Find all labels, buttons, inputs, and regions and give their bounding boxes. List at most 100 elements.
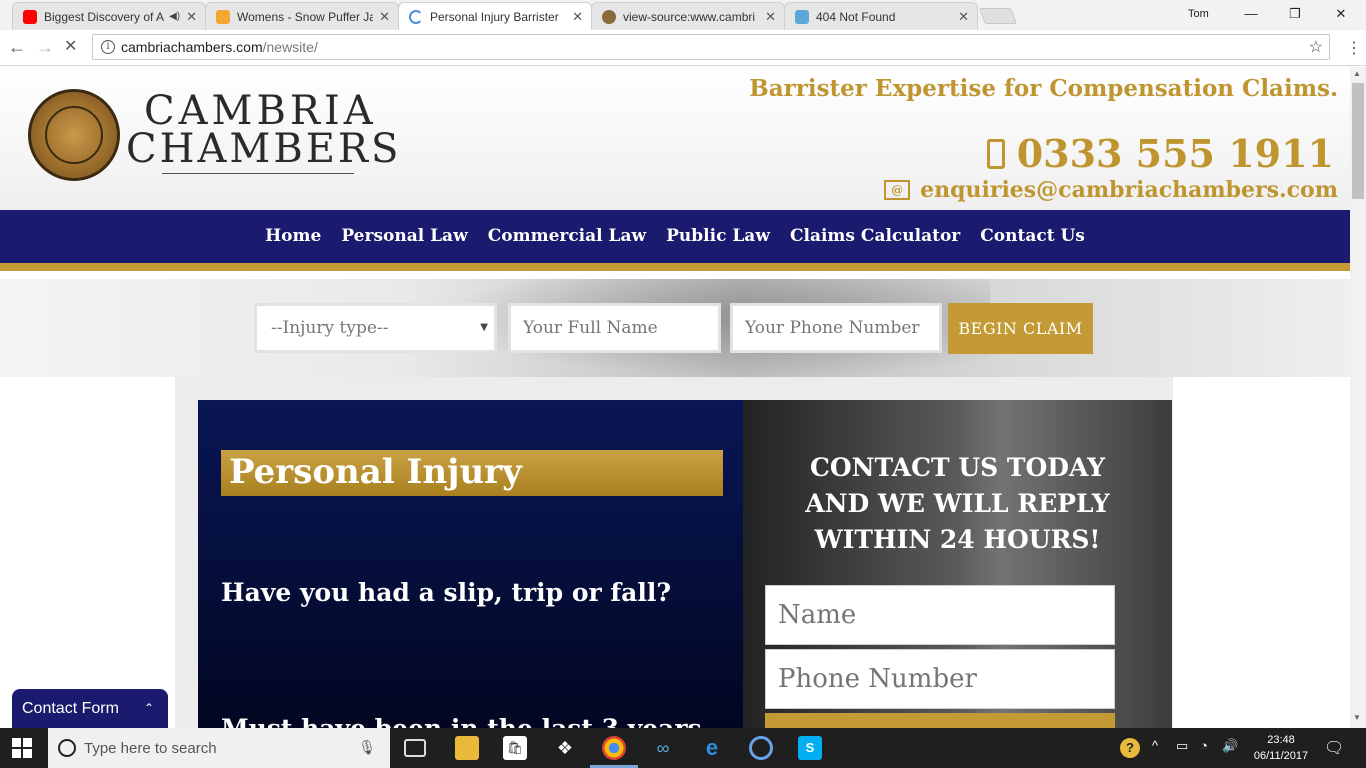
mobile-phone-icon	[986, 138, 1005, 169]
contact-heading-line: AND WE WILL REPLY	[805, 489, 1110, 518]
skype-icon[interactable]: S	[798, 736, 822, 760]
cambria-seal-logo[interactable]	[28, 89, 120, 181]
scrollbar-thumb[interactable]	[1352, 83, 1364, 199]
store-icon[interactable]: 🛍	[503, 736, 527, 760]
browser-tab-strip: Biggest Discovery of A ◀) ✕ Womens - Sno…	[0, 0, 1366, 30]
tab-youtube[interactable]: Biggest Discovery of A ◀) ✕	[12, 2, 206, 30]
nav-commercial-law[interactable]: Commercial Law	[488, 226, 646, 246]
tab-title: view-source:www.cambri	[623, 9, 756, 24]
address-bar[interactable]: i cambriachambers.com/newsite/ ☆	[92, 34, 1330, 60]
restore-icon[interactable]: ❐	[1280, 4, 1310, 24]
dropbox-icon[interactable]: ❖	[553, 736, 577, 760]
windows-taskbar: Type here to search 🎙 🛍 ❖ ∞ e S ? ^ ▭ ◔ …	[0, 728, 1366, 768]
nav-home[interactable]: Home	[265, 226, 321, 246]
close-tab-icon[interactable]: ✕	[572, 9, 583, 25]
battery-icon[interactable]: ▭	[1176, 738, 1188, 754]
tab-404[interactable]: 404 Not Found ✕	[784, 2, 978, 30]
site-header: CAMBRIA CHAMBERS Barrister Expertise for…	[0, 67, 1350, 210]
seal-favicon-icon	[602, 9, 616, 24]
edge-icon[interactable]: e	[700, 736, 724, 760]
main-navigation: Home Personal Law Commercial Law Public …	[0, 210, 1350, 271]
clock-date: 06/11/2017	[1253, 750, 1309, 762]
envelope-at-icon: @	[884, 180, 911, 200]
nav-public-law[interactable]: Public Law	[666, 226, 770, 246]
email-link[interactable]: @ enquiries@cambriachambers.com	[884, 177, 1338, 203]
search-placeholder: Type here to search	[84, 739, 217, 757]
personal-injury-panel: Personal Injury Have you had a slip, tri…	[198, 400, 743, 728]
contact-panel: CONTACT US TODAY AND WE WILL REPLY WITHI…	[743, 400, 1172, 728]
browser-toolbar: ← → ✕ i cambriachambers.com/newsite/ ☆ ⋮	[0, 30, 1366, 66]
dropdown-caret-icon: ▼	[480, 322, 488, 333]
taskbar-search[interactable]: Type here to search 🎙	[48, 728, 390, 768]
tab-personal-injury[interactable]: Personal Injury Barrister ✕	[398, 2, 592, 30]
nav-claims-calculator[interactable]: Claims Calculator	[790, 226, 960, 246]
chrome-icon[interactable]	[602, 736, 626, 760]
contact-heading-line: WITHIN 24 HOURS!	[814, 525, 1101, 554]
stop-loading-icon[interactable]: ✕	[64, 37, 77, 57]
page-scrollbar[interactable]: ▲ ▼	[1350, 67, 1366, 728]
youtube-icon	[23, 9, 37, 24]
slip-trip-question: Have you had a slip, trip or fall?	[221, 578, 671, 607]
contact-heading: CONTACT US TODAY AND WE WILL REPLY WITHI…	[743, 450, 1172, 558]
show-hidden-icons-chevron-icon[interactable]: ^	[1152, 738, 1158, 753]
contact-phone-input[interactable]	[765, 649, 1115, 709]
audio-icon[interactable]: ◀)	[169, 11, 180, 22]
contact-name-input[interactable]	[765, 585, 1115, 645]
chevron-up-icon[interactable]: ⌃	[144, 701, 154, 715]
menu-dots-icon[interactable]: ⋮	[1346, 38, 1362, 58]
scroll-up-icon[interactable]: ▲	[1353, 69, 1361, 78]
help-icon[interactable]: ?	[1120, 738, 1140, 758]
new-tab-button[interactable]	[979, 8, 1017, 24]
phone-number-link[interactable]: 0333 555 1911	[986, 131, 1334, 176]
tab-title: Womens - Snow Puffer Ja	[237, 9, 374, 24]
microphone-icon[interactable]: 🎙	[358, 739, 376, 756]
tab-title: Personal Injury Barrister	[430, 9, 559, 24]
close-window-icon[interactable]: ✕	[1326, 4, 1356, 24]
system-clock[interactable]: 23:48 06/11/2017	[1248, 732, 1314, 764]
chrome-canary-icon[interactable]	[749, 736, 773, 760]
tab-womens-puffer[interactable]: Womens - Snow Puffer Ja ✕	[205, 2, 399, 30]
close-tab-icon[interactable]: ✕	[186, 9, 197, 25]
time-limit-text: Must have been in the last 3 years	[221, 714, 702, 728]
action-center-icon[interactable]: 🗨	[1324, 738, 1344, 758]
personal-injury-banner: Personal Injury	[221, 450, 723, 496]
task-view-icon[interactable]	[404, 739, 426, 757]
injury-type-value: --Injury type--	[271, 318, 389, 338]
close-tab-icon[interactable]: ✕	[765, 9, 776, 25]
shop-icon	[216, 9, 230, 24]
nav-contact-us[interactable]: Contact Us	[980, 226, 1085, 246]
clock-time: 23:48	[1267, 734, 1295, 746]
info-icon[interactable]: i	[101, 40, 115, 54]
claim-form-bar: --Injury type-- ▼ BEGIN CLAIM	[0, 279, 1350, 377]
url-path: /newsite/	[262, 39, 318, 55]
page-viewport: CAMBRIA CHAMBERS Barrister Expertise for…	[0, 67, 1350, 728]
back-arrow-icon[interactable]: ←	[8, 37, 26, 57]
bookmark-star-icon[interactable]: ☆	[1309, 37, 1323, 57]
tab-title: 404 Not Found	[816, 9, 896, 24]
injury-type-select[interactable]: --Injury type-- ▼	[254, 303, 497, 353]
loading-spinner-icon	[409, 9, 423, 24]
logo-text-chambers[interactable]: CHAMBERS	[126, 127, 401, 171]
close-tab-icon[interactable]: ✕	[379, 9, 390, 25]
scroll-down-icon[interactable]: ▼	[1353, 713, 1361, 722]
infinity-app-icon[interactable]: ∞	[651, 736, 675, 760]
file-explorer-icon[interactable]	[455, 736, 479, 760]
forward-arrow-icon[interactable]: →	[36, 37, 54, 57]
wifi-icon[interactable]: ◔	[1200, 738, 1208, 753]
volume-icon[interactable]: 🔊	[1222, 738, 1238, 754]
contact-form-label: Contact Form	[22, 700, 119, 717]
contact-submit-button[interactable]	[765, 713, 1115, 728]
phone-number-input[interactable]	[730, 303, 942, 353]
windows-start-icon[interactable]	[12, 738, 32, 758]
contact-form-popup[interactable]: Contact Form ⌃	[12, 689, 168, 728]
begin-claim-button[interactable]: BEGIN CLAIM	[948, 303, 1093, 354]
tab-view-source[interactable]: view-source:www.cambri ✕	[591, 2, 785, 30]
url-host: cambriachambers.com	[121, 39, 263, 55]
minimize-icon[interactable]: —	[1236, 4, 1266, 24]
cortana-icon	[58, 739, 76, 757]
profile-name[interactable]: Tom	[1188, 8, 1209, 20]
nav-personal-law[interactable]: Personal Law	[341, 226, 467, 246]
contact-heading-line: CONTACT US TODAY	[810, 453, 1105, 482]
full-name-input[interactable]	[508, 303, 721, 353]
close-tab-icon[interactable]: ✕	[958, 9, 969, 25]
